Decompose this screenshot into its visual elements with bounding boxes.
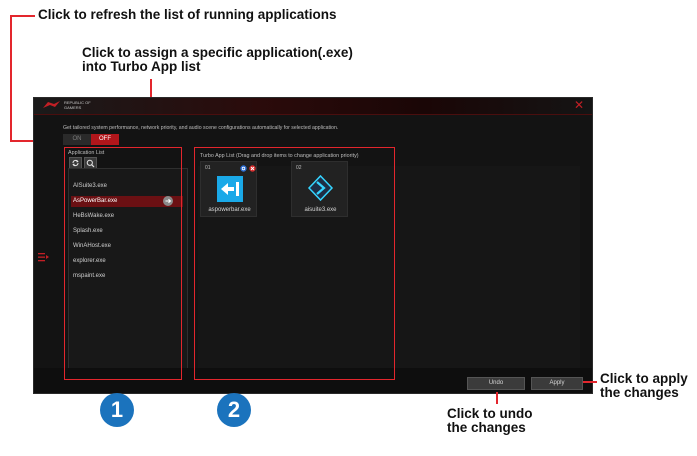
brand-text: REPUBLIC OF GAMERS <box>64 100 91 110</box>
rog-logo <box>43 101 60 108</box>
callout-apply: Click to apply the changes <box>600 371 688 400</box>
badge-2: 2 <box>217 393 251 427</box>
turbo-app-list-highlight <box>194 147 395 380</box>
callout-line <box>496 392 498 404</box>
callout-line <box>583 381 597 383</box>
application-list-highlight <box>64 147 182 380</box>
callout-assign-line2: into Turbo App list <box>82 59 201 74</box>
toggle-on[interactable]: ON <box>63 134 91 145</box>
sidebar-menu-icon[interactable] <box>38 252 50 262</box>
close-icon[interactable]: ✕ <box>574 99 584 111</box>
callout-assign-line1: Click to assign a specific application(.… <box>82 45 353 60</box>
callout-undo: Click to undo the changes <box>447 406 533 435</box>
toggle-off[interactable]: OFF <box>91 134 119 145</box>
badge-1: 1 <box>100 393 134 427</box>
callout-assign: Click to assign a specific application(.… <box>82 46 353 74</box>
title-bar: REPUBLIC OF GAMERS ✕ <box>34 98 592 115</box>
callout-refresh: Click to refresh the list of running app… <box>38 7 337 22</box>
callout-line <box>10 15 35 17</box>
feature-description: Get tailored system performance, network… <box>63 125 339 131</box>
callout-line <box>10 15 12 141</box>
turbo-app-toggle[interactable]: ON OFF <box>63 134 119 145</box>
undo-button[interactable]: Undo <box>467 377 525 390</box>
apply-button[interactable]: Apply <box>531 377 583 390</box>
